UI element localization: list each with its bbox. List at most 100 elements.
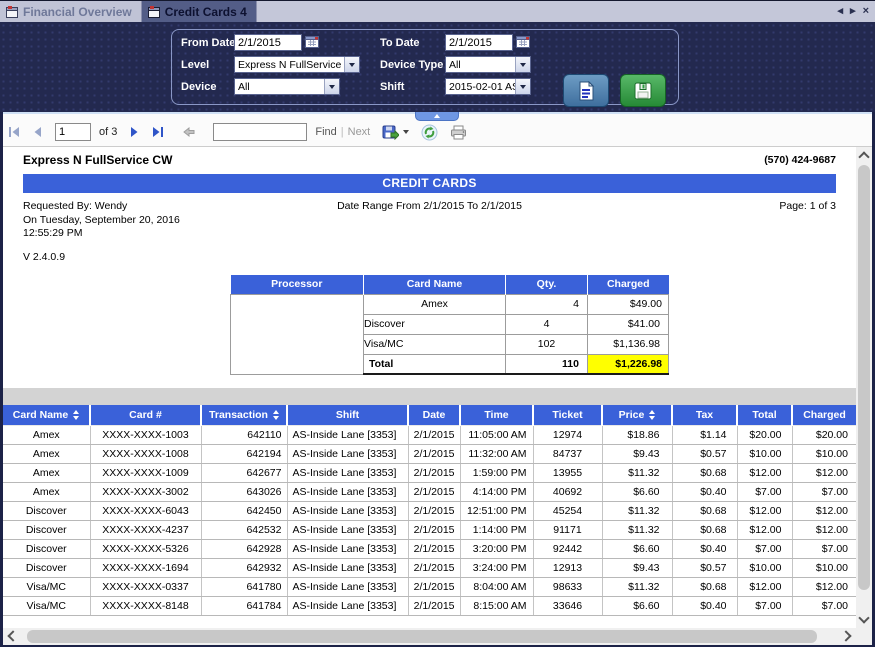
search-input[interactable] [213,123,307,141]
cell: $10.00 [792,444,856,463]
cell: $20.00 [792,425,856,444]
cell: 2/1/2015 [408,539,460,558]
cell: Visa/MC [3,596,90,615]
sort-icon[interactable] [649,410,655,420]
cell: 1:14:00 PM [460,520,533,539]
cell: 45254 [533,501,602,520]
cell: Amex [3,444,90,463]
cell: $10.00 [737,558,792,577]
find-link[interactable]: Find [315,126,336,138]
transaction-row: DiscoverXXXX-XXXX-5326642928AS-Inside La… [3,539,856,558]
calendar-icon[interactable] [305,35,319,48]
next-page-button[interactable] [128,126,141,138]
cell: AS-Inside Lane [3353] [287,596,408,615]
cell: 3:20:00 PM [460,539,533,558]
cell: $12.00 [737,463,792,482]
detail-column-header: Total [737,405,792,425]
column-label: Total [752,409,776,421]
page-number-input[interactable] [55,123,91,141]
print-button[interactable] [450,125,467,140]
tab-close-icon[interactable]: × [863,4,869,18]
tab-scroll-right-icon[interactable]: ▸ [850,4,856,18]
page-indicator: Page: 1 of 3 [779,200,836,214]
previous-page-button[interactable] [31,126,44,138]
cell: XXXX-XXXX-8148 [90,596,201,615]
chevron-down-icon[interactable] [344,57,359,72]
vertical-scrollbar[interactable] [856,147,872,628]
from-date-input[interactable]: 2/1/2015 [234,34,302,51]
detail-column-header: Ticket [533,405,602,425]
vertical-scroll-thumb[interactable] [858,165,870,590]
export-button[interactable] [382,125,409,140]
save-button[interactable] [620,74,666,107]
find-next-link[interactable]: Next [348,126,371,138]
refresh-button[interactable] [421,124,438,141]
document-icon [576,81,596,101]
cell: Amex [3,463,90,482]
to-date-input[interactable]: 2/1/2015 [445,34,513,51]
cell: $7.00 [737,596,792,615]
tab-financial-overview[interactable]: Financial Overview [0,1,142,22]
first-page-button[interactable] [8,126,21,138]
cell: 2/1/2015 [408,425,460,444]
device-type-select[interactable]: All [445,56,531,73]
cell: Discover [3,539,90,558]
requested-time: 12:55:29 PM [23,227,836,241]
cell: AS-Inside Lane [3353] [287,482,408,501]
cell: $0.57 [672,444,737,463]
last-page-button[interactable] [151,126,164,138]
column-label: Transaction [209,409,268,421]
cell: $0.40 [672,539,737,558]
detail-column-header[interactable]: Price [602,405,672,425]
summary-row: Amex4$49.00 [231,294,669,314]
cell: 2/1/2015 [408,520,460,539]
cell: $18.86 [602,425,672,444]
location-title: Express N FullService CW [23,153,172,167]
cell: 2/1/2015 [408,558,460,577]
device-select[interactable]: All [234,78,340,95]
cell: XXXX-XXXX-6043 [90,501,201,520]
cell: AS-Inside Lane [3353] [287,577,408,596]
cell: 642194 [201,444,287,463]
tab-scroll-left-icon[interactable]: ◂ [838,4,844,18]
cell: XXXX-XXXX-0337 [90,577,201,596]
cell: 641780 [201,577,287,596]
cell: XXXX-XXXX-1008 [90,444,201,463]
detail-column-header: Card # [90,405,201,425]
chevron-down-icon[interactable] [515,79,530,94]
floppy-disk-icon [633,81,653,101]
scroll-right-icon[interactable] [840,630,851,641]
export-dropdown-caret[interactable] [403,130,409,134]
back-to-parent-button[interactable] [183,126,196,138]
cell: 3:24:00 PM [460,558,533,577]
shift-select[interactable]: 2015-02-01 AS-In [445,78,531,95]
cell: AS-Inside Lane [3353] [287,520,408,539]
calendar-icon[interactable] [516,35,530,48]
cell: $7.00 [737,539,792,558]
detail-column-header[interactable]: Transaction [201,405,287,425]
detail-column-header[interactable]: Card Name [3,405,90,425]
sort-icon[interactable] [273,410,279,420]
cell: 98633 [533,577,602,596]
date-range: Date Range From 2/1/2015 To 2/1/2015 [23,200,836,214]
tab-credit-cards[interactable]: Credit Cards 4 [142,1,257,22]
sort-icon[interactable] [73,410,79,420]
horizontal-scroll-thumb[interactable] [27,630,817,643]
column-label: Tax [696,409,713,421]
level-select[interactable]: Express N FullService CW [234,56,360,73]
cell: AS-Inside Lane [3353] [287,444,408,463]
scroll-left-icon[interactable] [7,630,18,641]
summary-cell: $1,136.98 [588,334,669,354]
scroll-down-icon[interactable] [858,612,869,623]
chevron-down-icon[interactable] [515,57,530,72]
run-report-button[interactable] [563,74,609,107]
horizontal-scrollbar[interactable] [3,628,856,645]
scroll-up-icon[interactable] [858,151,869,162]
cell: $7.00 [792,482,856,501]
column-label: Ticket [552,409,582,421]
cell: $1.14 [672,425,737,444]
export-floppy-icon [382,125,399,140]
cell: $0.40 [672,482,737,501]
transaction-row: DiscoverXXXX-XXXX-4237642532AS-Inside La… [3,520,856,539]
chevron-down-icon[interactable] [324,79,339,94]
